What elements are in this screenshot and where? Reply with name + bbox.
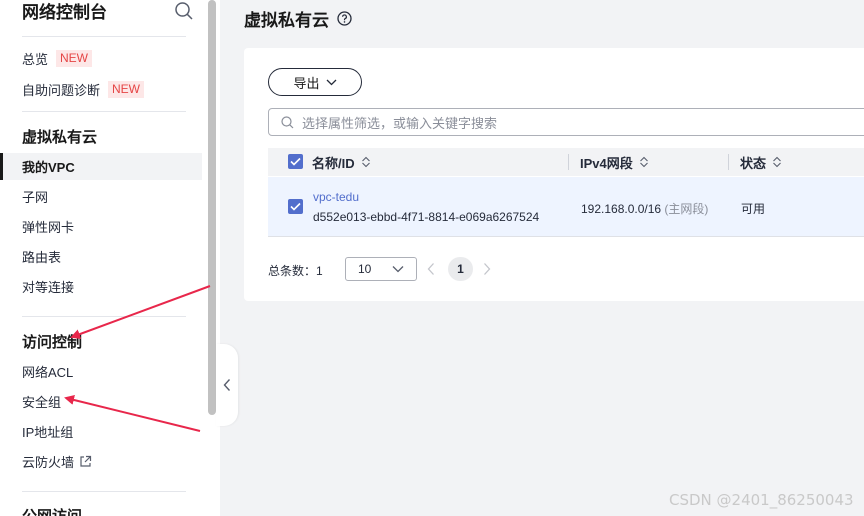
divider xyxy=(22,316,186,317)
total-count: 总条数：1 xyxy=(268,262,323,279)
sidebar-item-label: 安全组 xyxy=(22,394,62,410)
sidebar-item-acl[interactable]: 网络ACL xyxy=(22,361,73,381)
sidebar-item-label: 弹性网卡 xyxy=(22,219,75,235)
sidebar-item-ip-group[interactable]: IP地址组 xyxy=(22,421,73,441)
divider xyxy=(22,111,186,112)
check-icon xyxy=(290,157,301,166)
status-text: 可用 xyxy=(741,202,766,216)
column-divider xyxy=(728,154,729,170)
check-icon xyxy=(290,202,301,211)
row-checkbox[interactable] xyxy=(288,199,303,214)
cidr-value: 192.168.0.0/16 xyxy=(581,202,662,216)
page-title-text: 虚拟私有云 xyxy=(244,11,329,30)
column-header-label: IPv4网段 xyxy=(580,155,633,171)
filter-search-input[interactable]: 选择属性筛选，或输入关键字搜索 xyxy=(268,108,864,136)
help-icon[interactable] xyxy=(337,11,352,26)
select-all-checkbox[interactable] xyxy=(288,154,303,169)
sidebar: 网络控制台 总览 NEW 自助问题诊断 NEW 虚拟私有云 我的VPC 子网 弹… xyxy=(0,0,206,516)
sidebar-group-public: 公网访问 xyxy=(22,505,82,516)
cidr-note: (主网段) xyxy=(664,202,709,216)
search-placeholder: 选择属性筛选，或输入关键字搜索 xyxy=(302,115,498,131)
sidebar-item-firewall[interactable]: 云防火墙 xyxy=(22,451,92,471)
page-size-value: 10 xyxy=(358,262,372,276)
sidebar-item-security-group[interactable]: 安全组 xyxy=(22,391,61,411)
sidebar-item-diagnose[interactable]: 自助问题诊断 NEW xyxy=(22,79,145,99)
chevron-down-icon xyxy=(326,79,336,85)
page-title: 虚拟私有云 xyxy=(244,6,352,31)
vpc-id: d552e013-ebbd-4f71-8814-e069a6267524 xyxy=(313,210,540,224)
column-header-label: 状态 xyxy=(740,155,767,171)
chevron-right-icon[interactable] xyxy=(483,262,491,276)
table-header: 名称/ID IPv4网段 状态 xyxy=(268,148,864,176)
column-header-ipv4[interactable]: IPv4网段 xyxy=(580,148,649,176)
table-row[interactable]: vpc-tedu d552e013-ebbd-4f71-8814-e069a62… xyxy=(268,177,864,237)
sidebar-item-label: 路由表 xyxy=(22,249,62,265)
sort-icon[interactable] xyxy=(361,156,371,168)
watermark: CSDN @2401_86250043 xyxy=(669,491,854,509)
collapse-sidebar-button[interactable] xyxy=(216,344,238,426)
export-button-label: 导出 xyxy=(293,75,320,91)
search-icon xyxy=(281,115,294,128)
sidebar-item-label: IP地址组 xyxy=(22,424,74,440)
sidebar-item-subnet[interactable]: 子网 xyxy=(22,186,48,206)
sidebar-item-my-vpc[interactable]: 我的VPC xyxy=(22,156,75,176)
new-badge: NEW xyxy=(56,49,93,67)
sidebar-scrollbar[interactable] xyxy=(208,0,216,415)
total-value: 1 xyxy=(316,264,323,278)
new-badge: NEW xyxy=(108,80,145,98)
chevron-left-icon[interactable] xyxy=(427,262,435,276)
sidebar-item-label: 对等连接 xyxy=(22,279,75,295)
chevron-left-icon xyxy=(223,379,231,391)
console-title: 网络控制台 xyxy=(22,3,107,22)
sidebar-item-label: 云防火墙 xyxy=(22,454,75,470)
ipv4-cidr: 192.168.0.0/16 (主网段) xyxy=(581,200,708,217)
vpc-name-link[interactable]: vpc-tedu xyxy=(313,190,359,204)
page-number-current[interactable]: 1 xyxy=(448,257,473,281)
sort-icon[interactable] xyxy=(639,156,649,168)
export-button[interactable]: 导出 xyxy=(268,68,362,96)
row-divider xyxy=(268,236,864,237)
sidebar-group-vpc: 虚拟私有云 xyxy=(22,129,98,146)
chevron-down-icon xyxy=(392,266,404,273)
sidebar-item-label: 总览 xyxy=(22,51,49,67)
sidebar-item-label: 网络ACL xyxy=(22,364,74,380)
sidebar-item-peering[interactable]: 对等连接 xyxy=(22,276,74,296)
sidebar-item-eni[interactable]: 弹性网卡 xyxy=(22,216,74,236)
sidebar-item-route-table[interactable]: 路由表 xyxy=(22,246,61,266)
sidebar-group-access-control: 访问控制 xyxy=(22,334,83,351)
external-link-icon xyxy=(80,455,92,467)
column-header-status[interactable]: 状态 xyxy=(740,148,782,176)
sidebar-item-label: 我的VPC xyxy=(22,159,75,175)
sidebar-item-overview[interactable]: 总览 NEW xyxy=(22,48,93,68)
column-divider xyxy=(568,154,569,170)
active-item-indicator xyxy=(0,153,3,180)
sort-icon[interactable] xyxy=(772,156,782,168)
search-icon[interactable] xyxy=(174,1,194,21)
page-size-select[interactable]: 10 xyxy=(345,257,417,281)
sidebar-item-label: 自助问题诊断 xyxy=(22,82,101,98)
total-label: 总条数： xyxy=(268,264,317,278)
divider xyxy=(22,36,186,37)
column-header-name[interactable]: 名称/ID xyxy=(312,148,371,176)
sidebar-item-label: 子网 xyxy=(22,189,49,205)
column-header-label: 名称/ID xyxy=(312,155,355,171)
divider xyxy=(22,491,186,492)
